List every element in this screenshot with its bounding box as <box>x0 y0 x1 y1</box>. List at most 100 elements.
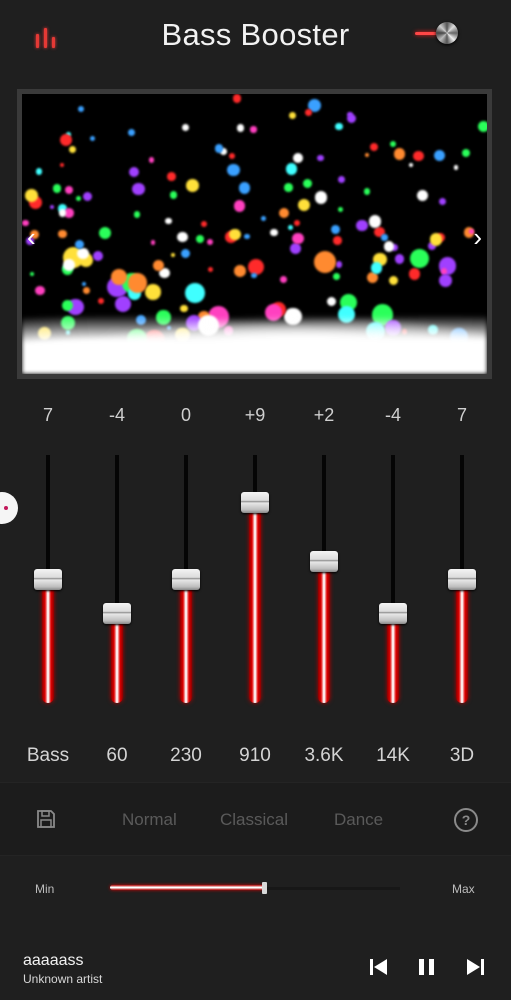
visualizer-particle <box>232 94 242 103</box>
visualizer-particle <box>409 162 414 167</box>
eq-slider-fill <box>180 579 192 703</box>
visualizer-particle <box>279 208 290 219</box>
next-icon[interactable] <box>464 956 486 978</box>
visualizer-particle <box>148 157 155 163</box>
eq-slider-thumb[interactable] <box>34 568 62 590</box>
visualizer-particle <box>389 140 396 147</box>
visualizer-particle <box>58 229 67 239</box>
visualizer-particle <box>89 135 95 141</box>
visualizer-particle <box>413 150 425 162</box>
visualizer-particle <box>180 249 190 259</box>
eq-band: 7 3D <box>428 400 496 780</box>
chevron-left-icon[interactable]: ‹ <box>27 224 36 250</box>
visualizer-particle <box>49 204 55 209</box>
visualizer-particle <box>169 191 177 199</box>
boost-thumb[interactable] <box>261 882 267 894</box>
visualizer-particle <box>99 226 112 240</box>
visualizer-particle <box>438 273 452 287</box>
pause-icon[interactable] <box>416 956 438 978</box>
visualizer-particle <box>30 272 35 277</box>
visualizer-particle <box>114 295 132 313</box>
visualizer-particle <box>317 154 324 162</box>
eq-slider-thumb[interactable] <box>103 603 131 625</box>
visualizer-particle <box>292 232 305 245</box>
visualizer-particle <box>150 240 156 245</box>
visualizer-particle <box>180 304 188 312</box>
chevron-right-icon[interactable]: › <box>473 224 482 250</box>
visualizer-particle <box>305 109 312 116</box>
eq-band: 7 Bass <box>14 400 82 780</box>
eq-slider-fill <box>111 613 123 703</box>
eq-slider-thumb[interactable] <box>172 568 200 590</box>
eq-slider-thumb[interactable] <box>448 568 476 590</box>
visualizer-particle <box>229 153 236 160</box>
visualizer-particle <box>165 217 172 224</box>
previous-icon[interactable] <box>368 956 390 978</box>
visualizer-particle <box>244 233 250 240</box>
visualizer-particle <box>97 297 105 305</box>
visualizer-particle <box>371 262 383 274</box>
preset-classical[interactable]: Classical <box>220 810 288 830</box>
preset-normal[interactable]: Normal <box>122 810 177 830</box>
visualizer-particle <box>166 171 176 181</box>
eq-slider-thumb[interactable] <box>241 491 269 513</box>
preset-bar: Normal Classical Dance ? <box>0 782 511 856</box>
eq-band-value: +9 <box>244 405 266 425</box>
visualizer-particle <box>393 148 406 160</box>
boost-min-label: Min <box>35 882 55 896</box>
visualizer: ‹ › <box>17 89 492 379</box>
visualizer-particle <box>170 252 176 258</box>
visualizer-particle <box>477 120 487 132</box>
track-artist: Unknown artist <box>23 972 103 986</box>
visualizer-particle <box>58 209 66 217</box>
visualizer-particle <box>365 152 370 157</box>
eq-band-value: +2 <box>313 405 335 425</box>
floppy-disk-icon[interactable] <box>36 809 56 829</box>
visualizer-particle <box>181 123 189 132</box>
visualizer-particle <box>81 281 87 287</box>
header: Bass Booster <box>0 0 511 80</box>
visualizer-particle <box>355 219 368 232</box>
visualizer-particle <box>64 185 73 195</box>
visualizer-particle <box>368 215 382 228</box>
eq-band-label: 3D <box>449 745 475 766</box>
eq-slider-thumb[interactable] <box>310 551 338 573</box>
visualizer-particle <box>279 275 287 283</box>
eq-slider-thumb[interactable] <box>379 603 407 625</box>
visualizer-particle <box>233 264 246 277</box>
eq-slider-fill <box>318 561 330 703</box>
visualizer-particle <box>270 228 278 237</box>
visualizer-particle <box>388 276 398 286</box>
visualizer-particle <box>331 224 340 234</box>
visualizer-particle <box>129 167 139 178</box>
equalizer: 7 Bass -4 60 0 230 +9 910 +2 3.6K -4 14K… <box>0 400 511 780</box>
visualizer-particle <box>434 150 446 162</box>
visualizer-particle <box>207 266 214 273</box>
visualizer-particle <box>370 142 379 152</box>
visualizer-particle <box>35 285 46 296</box>
visualizer-particle <box>75 239 85 249</box>
eq-slider-fill <box>456 579 468 703</box>
visualizer-particle <box>68 146 76 154</box>
visualizer-particle <box>363 188 370 195</box>
visualizer-particle <box>384 241 395 252</box>
visualizer-particle <box>438 197 447 206</box>
visualizer-particle <box>314 250 336 273</box>
visualizer-particle <box>236 124 245 132</box>
eq-band: -4 14K <box>359 400 427 780</box>
visualizer-particle <box>283 183 293 192</box>
preset-dance[interactable]: Dance <box>334 810 383 830</box>
visualizer-particle <box>111 269 128 285</box>
visualizer-particle <box>52 184 61 193</box>
visualizer-particle <box>453 165 459 170</box>
eq-band: +9 910 <box>221 400 289 780</box>
visualizer-particle <box>77 247 89 260</box>
visualizer-particle <box>78 105 85 112</box>
question-circle-icon[interactable]: ? <box>454 808 478 832</box>
visualizer-particle <box>293 219 301 227</box>
visualizer-particle <box>461 148 470 157</box>
toggle-knob[interactable] <box>436 22 458 44</box>
power-toggle[interactable] <box>413 21 458 47</box>
eq-band: -4 60 <box>83 400 151 780</box>
boost-fill <box>110 885 264 890</box>
